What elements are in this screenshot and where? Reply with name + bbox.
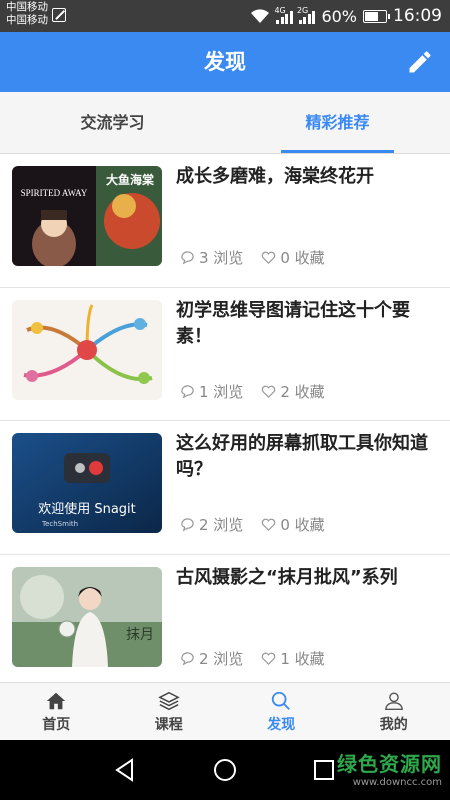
page-title: 发现 bbox=[204, 50, 246, 74]
nav-profile-label: 我的 bbox=[379, 717, 408, 733]
comment-icon bbox=[181, 651, 194, 665]
watermark: 绿色资源网 www.downcc.com bbox=[337, 748, 442, 788]
nav-discover[interactable]: 发现 bbox=[225, 683, 338, 740]
favorite-count: 0 收藏 bbox=[280, 249, 325, 267]
app-bar: 发现 bbox=[0, 32, 450, 92]
layers-icon bbox=[157, 691, 180, 711]
bottom-nav: 首页 课程 发现 我的 bbox=[0, 682, 450, 740]
battery-percent: 60% bbox=[321, 6, 357, 26]
signal-4g-icon: 4G bbox=[274, 6, 293, 24]
article-thumbnail bbox=[12, 299, 162, 400]
battery-icon bbox=[363, 9, 390, 23]
tab-bar: 交流学习 精彩推荐 bbox=[0, 92, 450, 154]
svg-text:TechSmith: TechSmith bbox=[41, 520, 78, 528]
article-thumbnail: 欢迎使用 Snagit TechSmith bbox=[12, 433, 162, 533]
search-icon bbox=[272, 691, 291, 710]
recent-apps-icon[interactable] bbox=[312, 758, 336, 782]
svg-text:欢迎使用 Snagit: 欢迎使用 Snagit bbox=[38, 501, 136, 517]
favorite-count: 2 收藏 bbox=[280, 382, 325, 401]
wifi-icon bbox=[251, 9, 270, 23]
pencil-icon[interactable] bbox=[406, 48, 434, 76]
list-item[interactable]: 抹月 古风摄影之“抹月批风”系列 2 浏览 1 收藏 bbox=[0, 554, 450, 688]
carrier-2: 中国移动 bbox=[6, 14, 48, 26]
no-sim-icon bbox=[52, 8, 66, 22]
list-item[interactable]: 初学思维导图请记住这十个要素！ 1 浏览 2 收藏 bbox=[0, 287, 450, 421]
clock: 16:09 bbox=[393, 6, 442, 26]
home-icon bbox=[47, 692, 66, 710]
view-count: 2 浏览 bbox=[199, 516, 244, 534]
watermark-sub: www.downcc.com bbox=[352, 777, 442, 788]
favorite-count: 0 收藏 bbox=[280, 516, 325, 534]
article-thumbnail: 抹月 bbox=[12, 566, 162, 667]
comment-icon bbox=[181, 518, 194, 532]
article-list: SPIRITED AWAY 大鱼海棠 成长多磨难，海棠终花开 3 浏览 0 收藏 bbox=[0, 154, 450, 688]
favorite-count: 1 收藏 bbox=[280, 649, 325, 668]
tab-exchange-learning[interactable]: 交流学习 bbox=[0, 92, 225, 153]
view-count: 2 浏览 bbox=[199, 649, 244, 668]
view-count: 1 浏览 bbox=[199, 382, 244, 401]
view-count: 3 浏览 bbox=[199, 249, 244, 267]
article-title[interactable]: 成长多磨难，海棠终花开 bbox=[176, 164, 434, 190]
heart-icon bbox=[262, 385, 276, 398]
nav-home[interactable]: 首页 bbox=[0, 683, 113, 740]
nav-profile[interactable]: 我的 bbox=[338, 683, 450, 740]
article-thumbnail: SPIRITED AWAY 大鱼海棠 bbox=[12, 166, 162, 266]
signal-2g-icon: 2G bbox=[297, 6, 316, 24]
tab-featured[interactable]: 精彩推荐 bbox=[225, 92, 450, 153]
nav-courses[interactable]: 课程 bbox=[113, 683, 226, 740]
comment-icon bbox=[181, 251, 194, 265]
comment-icon bbox=[181, 384, 194, 398]
svg-text:抹月: 抹月 bbox=[126, 627, 154, 643]
home-circle-icon[interactable] bbox=[212, 757, 238, 783]
svg-text:SPIRITED AWAY: SPIRITED AWAY bbox=[21, 188, 88, 198]
watermark-main: 绿色资源网 bbox=[337, 752, 442, 776]
nav-courses-label: 课程 bbox=[154, 717, 183, 733]
carrier-labels: 中国移动 中国移动 bbox=[6, 1, 48, 27]
list-item[interactable]: SPIRITED AWAY 大鱼海棠 成长多磨难，海棠终花开 3 浏览 0 收藏 bbox=[0, 154, 450, 288]
status-bar: 中国移动 中国移动 4G 2G 60% 16:09 bbox=[0, 0, 450, 32]
heart-icon bbox=[262, 251, 276, 264]
article-title[interactable]: 初学思维导图请记住这十个要素！ bbox=[176, 298, 434, 350]
heart-icon bbox=[262, 518, 276, 531]
user-icon bbox=[384, 692, 403, 710]
article-title[interactable]: 这么好用的屏幕抓取工具你知道吗？ bbox=[176, 431, 434, 483]
carrier-1: 中国移动 bbox=[6, 1, 48, 13]
heart-icon bbox=[262, 652, 276, 665]
article-title[interactable]: 古风摄影之“抹月批风”系列 bbox=[176, 565, 434, 591]
nav-discover-label: 发现 bbox=[267, 717, 296, 733]
list-item[interactable]: 欢迎使用 Snagit TechSmith 这么好用的屏幕抓取工具你知道吗？ 2… bbox=[0, 421, 450, 555]
nav-home-label: 首页 bbox=[42, 717, 71, 733]
back-icon[interactable] bbox=[112, 757, 138, 783]
svg-text:大鱼海棠: 大鱼海棠 bbox=[106, 172, 155, 187]
